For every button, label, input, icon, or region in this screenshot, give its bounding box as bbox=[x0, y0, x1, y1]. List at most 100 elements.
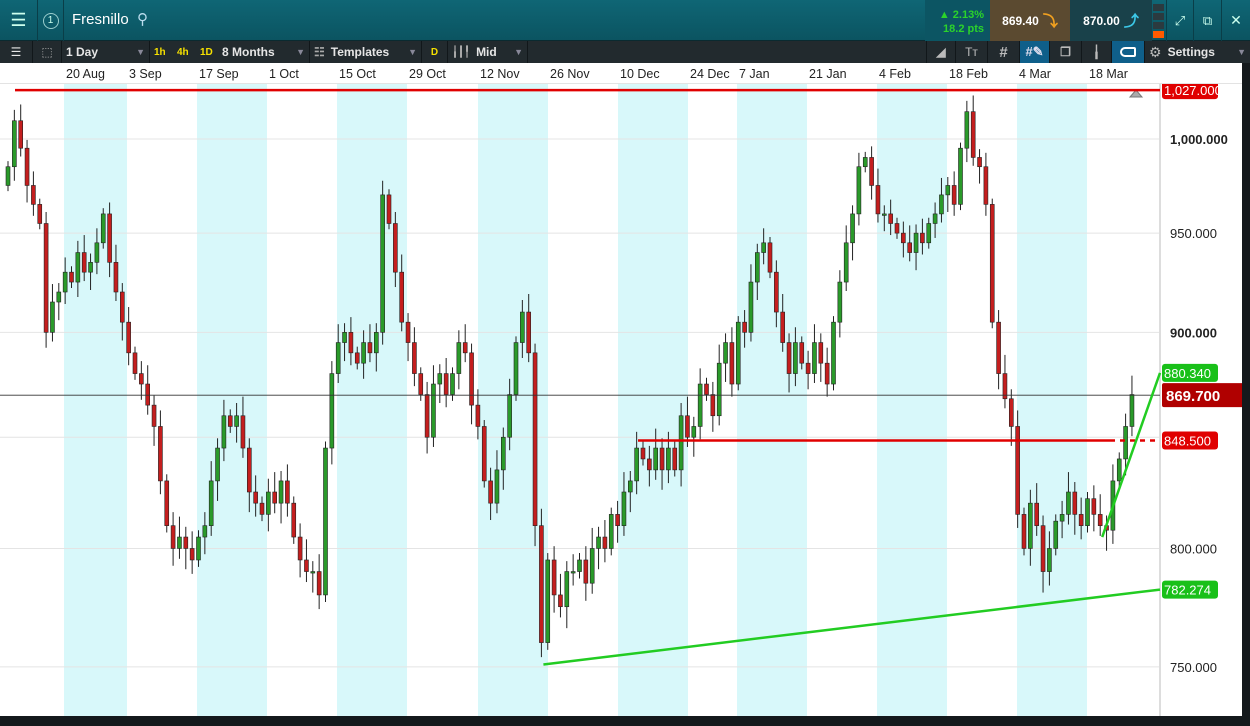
candle-up bbox=[431, 383, 436, 438]
candle-down bbox=[113, 262, 119, 293]
period-band bbox=[197, 84, 267, 716]
candle-up bbox=[373, 332, 379, 354]
interval-value: 1 Day bbox=[66, 45, 99, 59]
list-icon: ☰ bbox=[10, 45, 22, 59]
sell-button[interactable]: 869.40 ⤵ bbox=[990, 0, 1070, 41]
candle-up bbox=[1047, 548, 1052, 572]
hamburger-icon: ☰ bbox=[10, 10, 27, 30]
candle-down bbox=[443, 373, 449, 395]
candle-down bbox=[583, 559, 589, 584]
candle-up bbox=[221, 415, 227, 449]
candle-up bbox=[577, 559, 582, 572]
candle-down bbox=[126, 321, 131, 354]
candle-down bbox=[551, 559, 557, 596]
candle-down bbox=[805, 362, 811, 374]
draw-tool-button[interactable]: ◢ bbox=[926, 41, 956, 63]
candle-down bbox=[183, 536, 189, 549]
candle-up bbox=[56, 291, 62, 303]
search-icon[interactable]: ⚲ bbox=[137, 10, 148, 28]
candle-up bbox=[793, 342, 798, 374]
settings-dropdown[interactable]: ⚙ Settings ▼ bbox=[1145, 41, 1250, 63]
price-type-dropdown[interactable]: ╽┃╿ Mid ▼ bbox=[448, 41, 528, 63]
candle-down bbox=[367, 342, 373, 354]
candle-up bbox=[691, 426, 697, 438]
candle-up bbox=[564, 571, 570, 608]
candle-up bbox=[1116, 458, 1122, 482]
candle-down bbox=[348, 332, 354, 354]
date-tick-label: 12 Nov bbox=[480, 67, 520, 81]
candle-down bbox=[951, 185, 957, 205]
tag-icon bbox=[1120, 47, 1136, 57]
candle-up bbox=[94, 242, 100, 263]
candle-up bbox=[437, 373, 443, 385]
stack-icon: ❐ bbox=[1060, 45, 1071, 59]
candle-down bbox=[164, 480, 170, 526]
instrument-title[interactable]: Fresnillo bbox=[72, 11, 129, 28]
price-tick-label: 950.000 bbox=[1170, 226, 1217, 241]
interval-4h[interactable]: 4h bbox=[173, 41, 194, 63]
candle-up bbox=[678, 415, 684, 471]
templates-dropdown[interactable]: ☷ Templates ▼ bbox=[310, 41, 422, 63]
interval-dropdown[interactable]: 1 Day ▼ bbox=[62, 41, 150, 63]
candle-up bbox=[627, 480, 633, 493]
candle-up bbox=[843, 242, 849, 283]
date-tick-label: 4 Feb bbox=[879, 67, 911, 81]
popout-icon: ⧉ bbox=[1202, 12, 1213, 28]
candle-down bbox=[386, 194, 392, 224]
date-tick-label: 24 Dec bbox=[690, 67, 730, 81]
stack-button[interactable]: ❐ bbox=[1050, 41, 1082, 63]
link-group-button[interactable]: 1 bbox=[38, 0, 64, 41]
candle-up bbox=[380, 194, 385, 333]
candle-down bbox=[291, 502, 297, 538]
arrow-up-icon: ⤴ bbox=[1123, 13, 1139, 30]
window-border bbox=[0, 716, 1250, 726]
candle-down bbox=[647, 458, 652, 471]
interval-1h[interactable]: 1h bbox=[150, 41, 171, 63]
candle-down bbox=[1091, 498, 1097, 515]
candle-down bbox=[81, 252, 87, 273]
hline-label: 848.500 bbox=[1164, 433, 1211, 448]
text-tool-button[interactable]: Tт bbox=[956, 41, 988, 63]
layout-button[interactable]: ⬚ bbox=[33, 41, 62, 63]
candle-down bbox=[1078, 514, 1084, 526]
menu-button[interactable]: ☰ bbox=[0, 0, 38, 41]
date-tick-label: 1 Oct bbox=[269, 67, 299, 81]
candle-down bbox=[316, 571, 322, 596]
d-button[interactable]: D bbox=[422, 41, 448, 63]
candle-up bbox=[1066, 491, 1071, 515]
candle-down bbox=[145, 383, 150, 406]
candle-down bbox=[869, 157, 874, 186]
candle-down bbox=[894, 223, 900, 234]
candle-up bbox=[926, 223, 932, 244]
period-band bbox=[877, 84, 947, 716]
crosshair-button[interactable]: #✎ bbox=[1020, 41, 1050, 63]
trendline-label: 782.274 bbox=[1164, 583, 1211, 598]
candle-up bbox=[545, 559, 551, 643]
candle-down bbox=[24, 147, 30, 186]
chart-type-button[interactable]: ╽ bbox=[1082, 41, 1112, 63]
interval-1d[interactable]: 1D bbox=[196, 41, 217, 63]
trendline-label: 880.340 bbox=[1164, 366, 1211, 381]
close-button[interactable]: ✕ bbox=[1222, 0, 1250, 41]
candle-up bbox=[621, 491, 627, 526]
date-tick-label: 17 Sep bbox=[199, 67, 239, 81]
candle-down bbox=[710, 394, 716, 417]
candle-down bbox=[107, 213, 112, 263]
list-view-button[interactable]: ☰ bbox=[0, 41, 33, 63]
candle-up bbox=[335, 342, 341, 374]
candle-up bbox=[812, 342, 817, 374]
candle-up bbox=[1028, 502, 1033, 549]
chevron-down-icon: ▼ bbox=[1237, 47, 1246, 57]
expand-button[interactable]: ⤢ bbox=[1166, 0, 1194, 41]
candle-up bbox=[208, 480, 214, 526]
arrow-down-icon: ⤵ bbox=[1042, 13, 1058, 30]
popout-button[interactable]: ⧉ bbox=[1194, 0, 1222, 41]
buy-button[interactable]: 870.00 ⤴ bbox=[1070, 0, 1152, 41]
price-chart[interactable]: 1,000.000950.000900.000850.000800.000750… bbox=[0, 84, 1250, 716]
candle-up bbox=[323, 447, 328, 596]
range-dropdown[interactable]: 8 Months ▼ bbox=[218, 41, 310, 63]
expand-icon: ⤢ bbox=[1174, 12, 1186, 28]
date-tick-label: 20 Aug bbox=[66, 67, 105, 81]
grid-button[interactable]: # bbox=[988, 41, 1020, 63]
price-tag-button[interactable] bbox=[1112, 41, 1145, 63]
